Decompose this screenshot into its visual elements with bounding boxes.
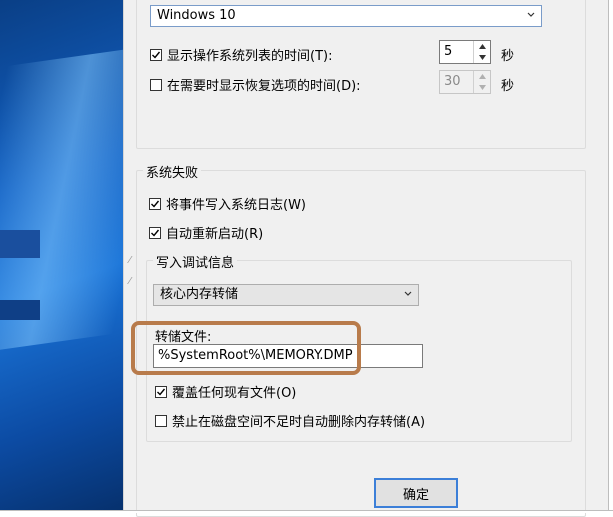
chevron-down-icon (404, 291, 412, 296)
recovery-time-unit: 秒 (501, 79, 515, 94)
write-event-checkbox[interactable]: 将事件写入系统日志(W) (149, 194, 306, 213)
grip-icon: ⁄ (129, 276, 131, 287)
checkbox-unchecked-icon (155, 414, 167, 427)
chevron-down-icon[interactable] (474, 52, 490, 63)
chevron-down-icon (527, 12, 535, 17)
write-event-label: 将事件写入系统日志(W) (166, 198, 306, 213)
os-list-time-stepper[interactable]: 5 (439, 40, 491, 64)
checkbox-unchecked-icon (150, 78, 162, 91)
chevron-down-icon[interactable] (474, 82, 490, 93)
window-frame-right (608, 0, 613, 513)
wallpaper-window-pane (0, 300, 40, 320)
os-list-time-value: 5 (444, 44, 453, 59)
ok-button-label: 确定 (402, 487, 429, 503)
dump-type-value: 核心内存转储 (160, 287, 239, 302)
wallpaper-window-pane (0, 230, 40, 258)
chevron-up-icon[interactable] (474, 71, 490, 82)
auto-restart-label: 自动重新启动(R) (166, 227, 264, 242)
dump-type-select[interactable]: 核心内存转储 (153, 284, 419, 306)
desktop-wallpaper (0, 0, 123, 513)
overwrite-checkbox[interactable]: 覆盖任何现有文件(O) (155, 382, 296, 401)
auto-restart-checkbox[interactable]: 自动重新启动(R) (149, 223, 263, 242)
debug-info-legend: 写入调试信息 (153, 252, 238, 271)
default-os-select[interactable]: Windows 10 (150, 5, 542, 27)
disable-auto-delete-label: 禁止在磁盘空间不足时自动删除内存转储(A) (172, 415, 426, 430)
overwrite-label: 覆盖任何现有文件(O) (172, 386, 297, 401)
ok-button[interactable]: 确定 (374, 478, 458, 508)
os-list-time-checkbox[interactable]: 显示操作系统列表的时间(T): (150, 45, 332, 64)
disable-auto-delete-checkbox[interactable]: 禁止在磁盘空间不足时自动删除内存转储(A) (155, 411, 425, 430)
checkbox-checked-icon (149, 197, 161, 210)
system-startup-group: Windows 10 显示操作系统列表的时间(T): 5 秒 在需要时显示恢复选… (136, 0, 586, 149)
scroll-marks: ⁄ ⁄ (129, 255, 131, 287)
recovery-time-value: 30 (444, 74, 461, 89)
os-list-time-label: 显示操作系统列表的时间(T): (167, 49, 333, 64)
recovery-time-stepper[interactable]: 30 (439, 70, 491, 94)
recovery-time-label: 在需要时显示恢复选项的时间(D): (167, 79, 361, 94)
system-failure-legend: 系统失败 (143, 162, 202, 181)
dump-file-highlight-box (131, 321, 361, 375)
default-os-value: Windows 10 (157, 8, 236, 23)
checkbox-checked-icon (150, 48, 162, 61)
recovery-time-checkbox[interactable]: 在需要时显示恢复选项的时间(D): (150, 75, 361, 94)
chevron-up-icon[interactable] (474, 41, 490, 52)
checkbox-checked-icon (155, 385, 167, 398)
checkbox-checked-icon (149, 226, 161, 239)
os-list-time-unit: 秒 (501, 49, 515, 64)
startup-and-recovery-dialog: Windows 10 显示操作系统列表的时间(T): 5 秒 在需要时显示恢复选… (123, 0, 610, 517)
grip-icon: ⁄ (129, 255, 131, 266)
